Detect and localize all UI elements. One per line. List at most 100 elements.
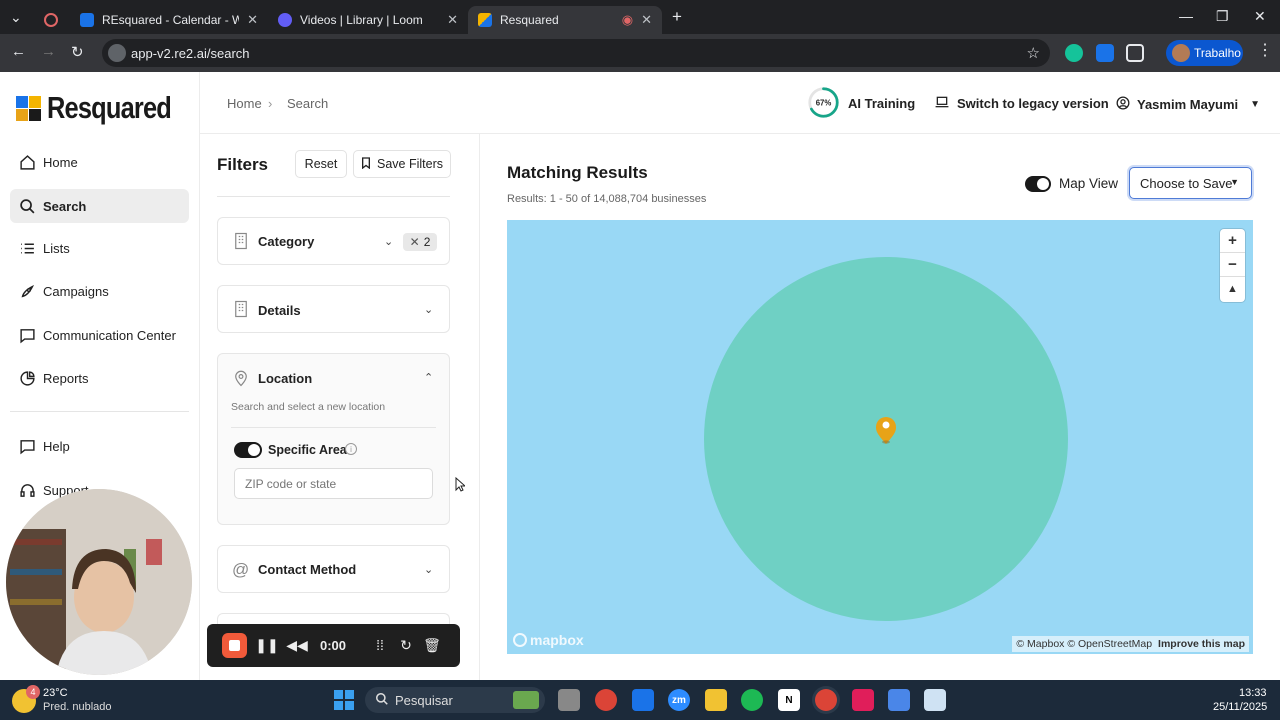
chevron-down-icon[interactable]: ⌄ (384, 235, 393, 248)
zoom-in-icon[interactable]: + (1220, 229, 1245, 253)
logo[interactable]: Resquared (16, 90, 198, 126)
help-icon (18, 437, 36, 455)
chevron-down-icon[interactable]: ⌄ (424, 563, 433, 576)
extension-icon[interactable] (1096, 44, 1114, 62)
site-info-icon[interactable] (108, 44, 126, 62)
back-icon[interactable]: ← (11, 43, 26, 60)
sidebar-item-communication-center[interactable]: Communication Center (10, 318, 189, 352)
restore-icon[interactable]: ❐ (1216, 8, 1229, 25)
spotify-icon[interactable] (741, 689, 763, 711)
reset-button[interactable]: Reset (295, 150, 347, 178)
choose-to-save-dropdown[interactable]: Choose to Save ▼ (1129, 167, 1252, 199)
grammarly-icon[interactable] (1065, 44, 1083, 62)
map-view-toggle[interactable] (1025, 176, 1051, 192)
laptop-icon (935, 96, 949, 111)
switch-legacy-button[interactable]: Switch to legacy version (935, 96, 1109, 111)
sidebar-item-home[interactable]: Home (10, 145, 189, 179)
category-selected-badge[interactable]: ✕ 2 (403, 233, 437, 251)
app-icon[interactable] (632, 689, 654, 711)
sidebar-item-lists[interactable]: Lists (10, 231, 189, 265)
windows-start-icon[interactable] (333, 689, 355, 711)
bookmark-star-icon[interactable]: ☆ (1027, 44, 1040, 62)
webcam-bubble[interactable] (6, 489, 192, 675)
results-summary: Results: 1 - 50 of 14,088,704 businesses (507, 193, 707, 205)
chrome-active-icon[interactable] (815, 689, 837, 711)
clock-time[interactable]: 13:33 (1239, 687, 1267, 699)
info-icon[interactable]: i (345, 443, 357, 455)
contact-method-filter[interactable]: @ Contact Method ⌄ (217, 545, 450, 593)
map-canvas[interactable]: + − ▲ mapbox © Mapbox © OpenStreetMap Im… (507, 220, 1253, 654)
close-tab-icon[interactable]: ✕ (247, 12, 258, 28)
app-header: Home › Search 67% AI Training Switch to … (200, 72, 1280, 134)
avatar (1172, 44, 1190, 62)
reload-icon[interactable]: ↻ (71, 43, 84, 61)
minimize-icon[interactable]: — (1179, 8, 1193, 24)
zip-input[interactable] (234, 468, 433, 499)
task-view-icon[interactable] (558, 689, 580, 711)
notepad-icon[interactable] (888, 689, 910, 711)
tab-recording[interactable] (34, 6, 66, 34)
restart-icon[interactable]: ↻ (397, 634, 415, 656)
category-filter[interactable]: Category ⌄ ✕ 2 (217, 217, 450, 265)
tab-list-icon[interactable]: ⌄ (10, 9, 22, 26)
compass-icon[interactable]: ▲ (1220, 277, 1245, 301)
clear-icon[interactable]: ✕ (410, 235, 420, 249)
details-filter[interactable]: Details ⌄ (217, 285, 450, 333)
sidebar-item-help[interactable]: Help (10, 429, 189, 463)
notion-icon[interactable]: N (778, 689, 800, 711)
breadcrumb-home[interactable]: Home (227, 96, 262, 111)
ai-training-progress[interactable]: 67% (807, 86, 840, 119)
zoom-out-icon[interactable]: − (1220, 253, 1245, 277)
tab-resquared[interactable]: Resquared ◉ ✕ (468, 6, 662, 34)
close-window-icon[interactable]: ✕ (1254, 8, 1266, 25)
profile-button[interactable]: Trabalho (1166, 40, 1243, 66)
chevron-down-icon: ▼ (1230, 177, 1239, 187)
delete-icon[interactable]: 🗑 (423, 634, 441, 656)
file-explorer-icon[interactable] (705, 689, 727, 711)
loom-icon (278, 13, 292, 27)
slack-icon[interactable] (852, 689, 874, 711)
sidebar-item-reports[interactable]: Reports (10, 361, 189, 395)
sidebar-item-campaigns[interactable]: Campaigns (10, 274, 189, 308)
zoom-icon[interactable]: zm (668, 689, 690, 711)
filters-title: Filters (217, 155, 269, 174)
save-filters-button[interactable]: Save Filters (353, 150, 451, 178)
chevron-up-icon[interactable]: ⌃ (424, 371, 433, 384)
extensions-puzzle-icon[interactable] (1126, 44, 1144, 62)
specific-area-toggle[interactable] (234, 442, 262, 458)
sidebar-item-search[interactable]: Search (10, 189, 189, 223)
clock-date[interactable]: 25/11/2025 (1213, 701, 1267, 713)
snipping-tool-icon[interactable] (924, 689, 946, 711)
taskbar-search[interactable]: Pesquisar (365, 687, 545, 713)
chevron-down-icon[interactable]: ⌄ (424, 303, 433, 316)
tab-calendar[interactable]: REsquared - Calendar - Week o ✕ (70, 6, 268, 34)
list-icon (18, 239, 36, 257)
close-tab-icon[interactable]: ✕ (447, 12, 458, 28)
rewind-icon[interactable]: ◀◀ (286, 634, 308, 656)
pause-icon[interactable]: ❚❚ (255, 634, 278, 656)
new-tab-icon[interactable]: + (672, 7, 682, 27)
chrome-icon[interactable] (595, 689, 617, 711)
record-icon (44, 13, 58, 27)
mapbox-logo[interactable]: mapbox (513, 632, 584, 648)
forward-icon[interactable]: → (41, 43, 56, 60)
search-icon (375, 692, 389, 709)
browser-menu-icon[interactable]: ⋮ (1257, 40, 1273, 60)
grid-icon[interactable]: ⁞⁞ (371, 634, 389, 656)
improve-map-link[interactable]: Improve this map (1158, 638, 1245, 650)
location-divider (231, 427, 436, 428)
collapse-webcam-icon[interactable] (166, 649, 179, 661)
results-panel: Matching Results Results: 1 - 50 of 14,0… (480, 134, 1280, 680)
logo-mark-icon (16, 95, 41, 121)
address-bar[interactable]: app-v2.re2.ai/search ☆ (102, 39, 1050, 67)
location-filter: Location ⌃ Search and select a new locat… (217, 353, 450, 525)
user-menu[interactable]: Yasmim Mayumi ▼ (1116, 96, 1260, 113)
close-tab-icon[interactable]: ✕ (641, 12, 652, 28)
at-sign-icon: @ (232, 560, 250, 579)
location-hint: Search and select a new location (231, 401, 386, 413)
stop-recording-button[interactable] (222, 633, 247, 658)
headset-icon (18, 481, 36, 499)
tab-loom[interactable]: Videos | Library | Loom ✕ (268, 6, 468, 34)
search-highlight-icon (513, 691, 539, 709)
ai-training-link[interactable]: AI Training (848, 96, 915, 111)
